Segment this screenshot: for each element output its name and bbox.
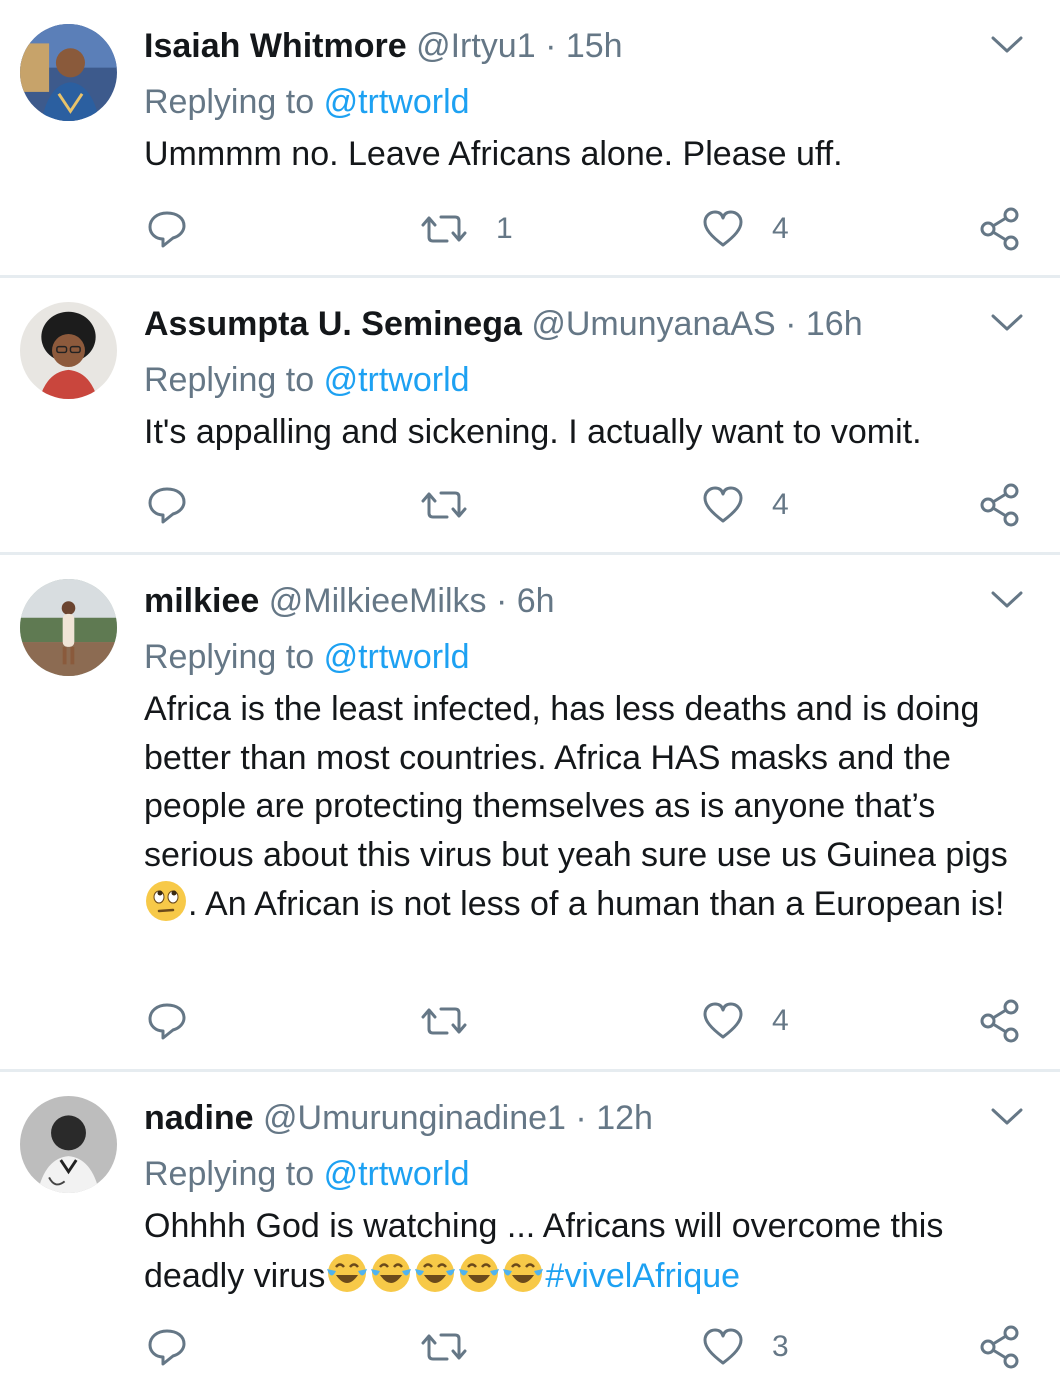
mention-link[interactable]: @trtworld xyxy=(324,361,470,399)
like-button[interactable]: 4 xyxy=(702,480,789,530)
user-handle[interactable]: @UmunyanaAS xyxy=(531,305,775,343)
replying-to: Replying to @trtworld xyxy=(144,78,470,126)
replying-to: Replying to @trtworld xyxy=(144,633,470,681)
tweet[interactable]: nadine @Umurunginadine1 · 12h Replying t… xyxy=(0,1072,1060,1393)
like-count: 4 xyxy=(772,488,789,521)
timestamp[interactable]: 12h xyxy=(596,1099,653,1137)
share-button[interactable] xyxy=(978,1322,1022,1372)
user-handle[interactable]: @MilkieeMilks xyxy=(269,582,487,620)
like-button[interactable]: 4 xyxy=(702,996,789,1046)
chevron-down-icon[interactable] xyxy=(990,32,1024,56)
retweet-icon xyxy=(421,215,467,243)
like-icon xyxy=(703,486,743,523)
reply-icon xyxy=(148,211,186,248)
mention-link[interactable]: @trtworld xyxy=(324,1155,470,1193)
retweet-icon xyxy=(421,1333,467,1361)
retweet-icon xyxy=(421,1007,467,1035)
like-icon xyxy=(703,1002,743,1039)
separator: · xyxy=(785,305,797,343)
retweet-button[interactable] xyxy=(420,480,496,530)
separator: · xyxy=(495,582,508,620)
reply-button[interactable] xyxy=(146,1322,188,1372)
tweet-text: Ohhhh God is watching ... Africans will … xyxy=(144,1202,1024,1300)
replying-to-label: Replying to xyxy=(144,638,315,676)
hashtag-link[interactable]: #vivelAfrique xyxy=(545,1257,740,1295)
tweet-header: milkiee @MilkieeMilks · 6h xyxy=(144,577,555,625)
mention-link[interactable]: @trtworld xyxy=(324,83,470,121)
tweet-actions: 3 xyxy=(0,1322,1060,1372)
share-button[interactable] xyxy=(978,204,1022,254)
tweet-text: Ummmm no. Leave Africans alone. Please u… xyxy=(144,135,843,173)
tweet[interactable]: Assumpta U. Seminega @UmunyanaAS · 16h R… xyxy=(0,278,1060,555)
reply-button[interactable] xyxy=(146,996,188,1046)
tears-of-joy-emoji-icon xyxy=(501,1251,545,1295)
tweet-text: It's appalling and sickening. I actually… xyxy=(144,413,922,451)
share-icon xyxy=(980,999,1019,1043)
tweet-text: Africa is the least infected, has less d… xyxy=(144,685,1024,929)
tweet[interactable]: Isaiah Whitmore @Irtyu1 · 15h Replying t… xyxy=(0,0,1060,278)
retweet-count: 1 xyxy=(496,212,513,245)
retweet-icon xyxy=(421,491,467,519)
tweet-actions: 1 4 xyxy=(0,204,1060,254)
avatar[interactable] xyxy=(20,1096,117,1193)
replying-to: Replying to @trtworld xyxy=(144,356,470,404)
like-count: 4 xyxy=(772,1004,789,1037)
tweet-header: Isaiah Whitmore @Irtyu1 · 15h xyxy=(144,22,623,70)
tears-of-joy-emoji-icon xyxy=(413,1251,457,1295)
tweet-feed: Isaiah Whitmore @Irtyu1 · 15h Replying t… xyxy=(0,0,1060,1393)
like-icon xyxy=(703,210,743,247)
tweet-text-part: . An African is not less of a human than… xyxy=(188,885,1005,923)
tweet-text-part: Africa is the least infected, has less d… xyxy=(144,690,1008,874)
avatar[interactable] xyxy=(20,24,117,121)
timestamp[interactable]: 15h xyxy=(566,27,623,65)
tweet-header: Assumpta U. Seminega @UmunyanaAS · 16h xyxy=(144,300,863,348)
timestamp[interactable]: 6h xyxy=(517,582,555,620)
mention-link[interactable]: @trtworld xyxy=(324,638,470,676)
like-button[interactable]: 4 xyxy=(702,204,789,254)
share-icon xyxy=(980,483,1019,527)
chevron-down-icon[interactable] xyxy=(990,1104,1024,1128)
chevron-down-icon[interactable] xyxy=(990,310,1024,334)
user-name[interactable]: milkiee xyxy=(144,582,259,620)
tweet-header: nadine @Umurunginadine1 · 12h xyxy=(144,1094,653,1142)
chevron-down-icon[interactable] xyxy=(990,587,1024,611)
user-name[interactable]: Isaiah Whitmore xyxy=(144,27,407,65)
tweet-actions: 4 xyxy=(0,996,1060,1046)
user-handle[interactable]: @Irtyu1 xyxy=(416,27,536,65)
tweet[interactable]: milkiee @MilkieeMilks · 6h Replying to @… xyxy=(0,555,1060,1072)
replying-to: Replying to @trtworld xyxy=(144,1150,470,1198)
tweet-actions: 4 xyxy=(0,480,1060,530)
replying-to-label: Replying to xyxy=(144,361,315,399)
like-count: 4 xyxy=(772,212,789,245)
like-icon xyxy=(703,1328,743,1365)
user-name[interactable]: nadine xyxy=(144,1099,254,1137)
user-handle[interactable]: @Umurunginadine1 xyxy=(263,1099,566,1137)
separator: · xyxy=(575,1099,587,1137)
avatar[interactable] xyxy=(20,579,117,676)
tears-of-joy-emoji-icon xyxy=(457,1251,501,1295)
avatar[interactable] xyxy=(20,302,117,399)
user-name[interactable]: Assumpta U. Seminega xyxy=(144,305,522,343)
retweet-button[interactable] xyxy=(420,1322,496,1372)
tears-of-joy-emoji-icon xyxy=(325,1251,369,1295)
retweet-button[interactable]: 1 xyxy=(420,204,513,254)
share-button[interactable] xyxy=(978,996,1022,1046)
reply-button[interactable] xyxy=(146,480,188,530)
rolling-eyes-emoji-icon xyxy=(144,879,188,923)
separator: · xyxy=(545,27,557,65)
share-button[interactable] xyxy=(978,480,1022,530)
timestamp[interactable]: 16h xyxy=(806,305,863,343)
retweet-button[interactable] xyxy=(420,996,496,1046)
share-icon xyxy=(980,207,1019,251)
tears-of-joy-emoji-icon xyxy=(369,1251,413,1295)
reply-icon xyxy=(148,1329,186,1366)
replying-to-label: Replying to xyxy=(144,83,315,121)
like-button[interactable]: 3 xyxy=(702,1322,789,1372)
reply-icon xyxy=(148,487,186,524)
replying-to-label: Replying to xyxy=(144,1155,315,1193)
share-icon xyxy=(980,1325,1019,1369)
reply-icon xyxy=(148,1003,186,1040)
reply-button[interactable] xyxy=(146,204,188,254)
like-count: 3 xyxy=(772,1330,789,1363)
